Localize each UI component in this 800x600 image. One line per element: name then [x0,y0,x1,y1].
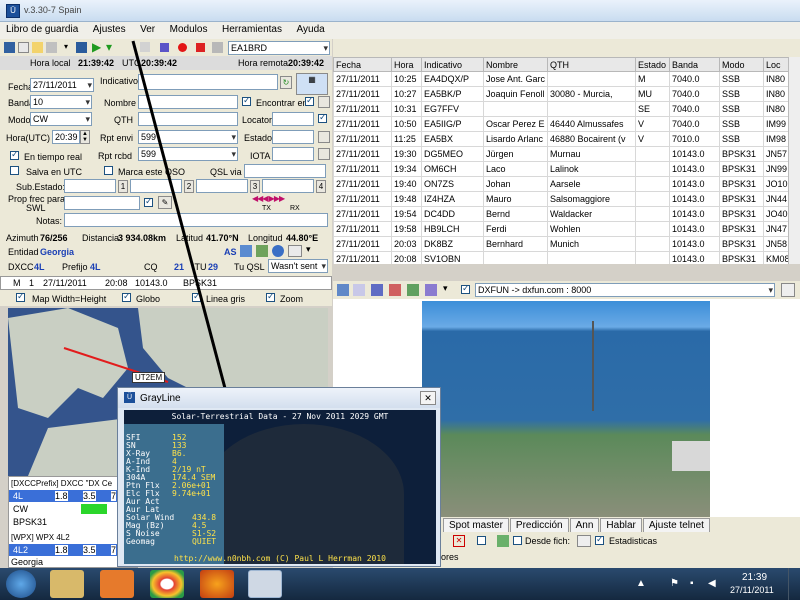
grayline-header: Solar-Terrestrial Data - 27 Nov 2011 202… [171,412,389,421]
grayline-value [172,498,216,506]
grayline-labels: SFI SN X-Ray A-Ind K-Ind 304A Ptn Flx Elc Flx Au… [126,434,174,546]
grayline-value: B6. [172,449,187,458]
tray-arrow-icon[interactable]: ▲ [636,578,646,589]
grayline-values: 152 133 B6. 4 2/19 nT 174.4 SEM 2.06e+01 9.74e+… [172,434,216,546]
network-icon[interactable]: ▪ [690,578,694,589]
clock-date[interactable]: 27/11/2011 [730,585,774,595]
grayline-window[interactable]: Ü GrayLine ✕ Solar-Terrestrial Data - 27… [117,387,441,567]
grayline-app-icon: Ü [124,392,135,403]
flag-icon[interactable]: ⚑ [670,578,679,589]
explorer-taskbar-icon[interactable] [50,570,84,598]
firefox-taskbar-icon[interactable] [200,570,234,598]
start-button[interactable] [6,570,36,598]
grayline-title: GrayLine [140,393,181,404]
annotation-arrow-line [131,40,228,393]
grayline-value: QUIET [192,537,217,546]
media-taskbar-icon[interactable] [100,570,134,598]
grayline-label: Geomag [126,537,155,546]
taskbar: ▲ ⚑ ▪ ◀ 21:39 27/11/2011 [0,568,800,600]
grayline-titlebar[interactable]: Ü GrayLine ✕ [118,388,440,408]
grayline-value: 9.74e+01 [172,489,211,498]
clock-time[interactable]: 21:39 [742,572,767,583]
grayline-footer: http://www.n0nbh.com (C) Paul L Herrman … [174,554,386,563]
volume-icon[interactable]: ◀ [708,578,716,589]
show-desktop-button[interactable] [788,568,800,600]
logger-taskbar-icon[interactable] [248,570,282,598]
grayline-close-button[interactable]: ✕ [420,391,436,405]
chrome-taskbar-icon[interactable] [150,570,184,598]
grayline-map: Solar-Terrestrial Data - 27 Nov 2011 202… [124,410,436,564]
night-zone [204,424,404,564]
